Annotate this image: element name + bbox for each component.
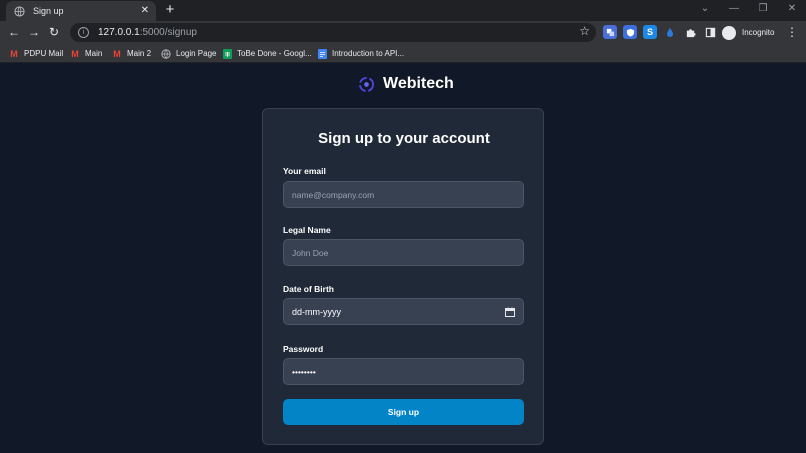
s-extension-icon[interactable]: S — [643, 25, 657, 39]
minimize-button[interactable]: — — [726, 2, 742, 16]
gmail-icon: M — [10, 48, 18, 59]
date-of-birth-field[interactable]: dd-mm-yyyy — [283, 298, 524, 325]
globe-icon — [13, 5, 25, 17]
page-title: Sign up to your account — [318, 130, 490, 147]
gmail-icon: M — [113, 48, 121, 59]
tab-search-icon[interactable]: ⌄ — [697, 2, 713, 16]
bookmark-item[interactable]: Introduction to API... — [317, 47, 404, 60]
globe-icon — [161, 48, 171, 59]
email-label: Your email — [283, 166, 326, 176]
drop-icon[interactable] — [663, 25, 677, 39]
incognito-profile-button[interactable]: Incognito — [722, 24, 774, 41]
calendar-icon[interactable] — [505, 307, 515, 317]
bookmark-item[interactable]: ToBe Done - Googl... — [222, 47, 312, 60]
password-field[interactable] — [283, 358, 524, 385]
brand-name: Webitech — [383, 75, 454, 92]
browser-tab[interactable]: Sign up ✕ — [6, 1, 156, 21]
bookmark-item[interactable]: M Main — [70, 47, 102, 60]
new-tab-button[interactable]: + — [162, 2, 178, 18]
bookmark-star-icon[interactable]: ☆ — [579, 24, 590, 38]
password-label: Password — [283, 344, 324, 354]
restore-button[interactable]: ❐ — [755, 2, 771, 16]
email-field[interactable] — [283, 181, 524, 208]
date-value: dd-mm-yyyy — [292, 306, 341, 317]
sign-up-button[interactable]: Sign up — [283, 399, 524, 425]
name-label: Legal Name — [283, 225, 331, 235]
puzzle-icon[interactable] — [683, 25, 697, 39]
address-bar[interactable]: i 127.0.0.1:5000/signup ☆ — [70, 23, 596, 42]
translate-icon[interactable] — [603, 25, 617, 39]
bookmark-item[interactable]: Login Page — [161, 47, 216, 60]
reload-button[interactable]: ↻ — [46, 24, 62, 40]
tab-close-icon[interactable]: ✕ — [141, 6, 149, 16]
gmail-icon: M — [71, 48, 79, 59]
side-panel-icon[interactable] — [703, 25, 717, 39]
forward-button[interactable]: → — [26, 24, 42, 40]
brand-logo-icon — [358, 76, 375, 92]
tab-strip: Sign up ✕ + ⌄ — ❐ ✕ — [0, 0, 806, 21]
close-window-button[interactable]: ✕ — [784, 2, 800, 16]
bookmark-item[interactable]: M Main 2 — [112, 47, 151, 60]
brand[interactable]: Webitech — [358, 74, 454, 94]
legal-name-field[interactable] — [283, 239, 524, 266]
site-info-icon[interactable]: i — [78, 27, 89, 38]
signup-card: Sign up to your account Your email Legal… — [262, 108, 544, 445]
incognito-icon — [722, 25, 736, 40]
url-text[interactable]: 127.0.0.1:5000/signup — [98, 27, 197, 38]
shield-icon[interactable] — [623, 25, 637, 39]
menu-icon[interactable]: ⋮ — [786, 24, 798, 40]
doc-icon — [317, 48, 327, 59]
dob-label: Date of Birth — [283, 284, 334, 294]
bookmark-item[interactable]: M PDPU Mail — [9, 47, 63, 60]
sheets-icon — [222, 48, 232, 59]
bookmarks-bar: M PDPU Mail M Main M Main 2 Login Page T… — [0, 44, 806, 63]
profile-label: Incognito — [742, 28, 775, 37]
tab-title: Sign up — [33, 6, 64, 16]
back-button[interactable]: ← — [6, 24, 22, 40]
browser-toolbar: ← → ↻ i 127.0.0.1:5000/signup ☆ S Incogn… — [0, 21, 806, 44]
